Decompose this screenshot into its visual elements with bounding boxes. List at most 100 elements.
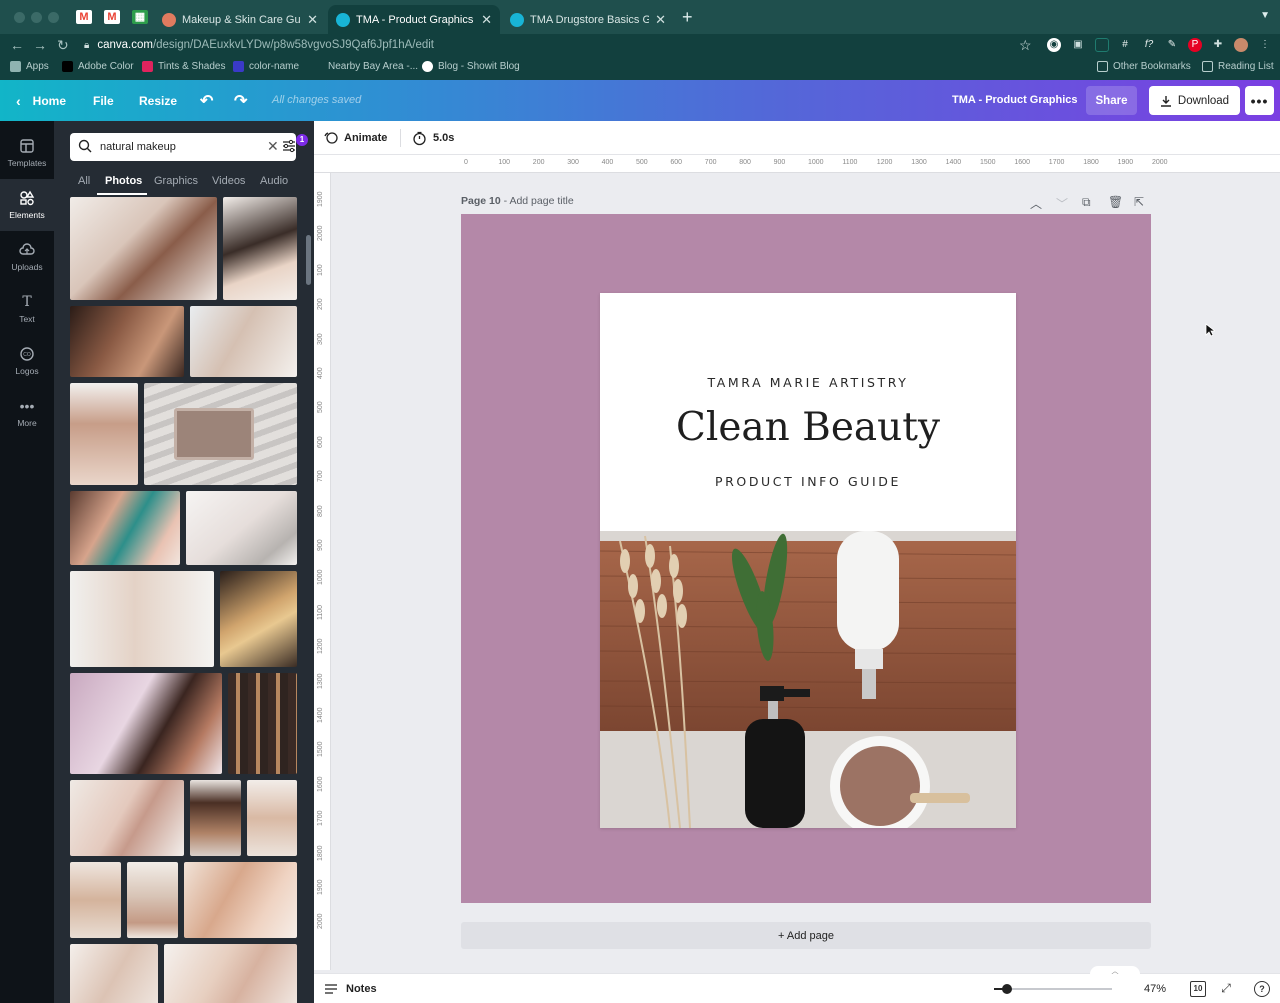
bookmark-adobe-color[interactable]: Adobe Color: [62, 61, 134, 72]
photo-thumbnail[interactable]: [70, 197, 217, 300]
animate-button[interactable]: Animate: [324, 121, 387, 155]
tab-audio[interactable]: Audio: [260, 175, 288, 187]
resize-button[interactable]: Resize: [139, 80, 177, 121]
new-tab-button[interactable]: +: [682, 8, 693, 26]
headline-text[interactable]: Clean Beauty: [600, 405, 1016, 450]
notes-button[interactable]: Notes: [324, 974, 377, 1003]
back-arrow-icon[interactable]: ←: [10, 37, 24, 53]
camera-extension-icon[interactable]: ▣: [1071, 38, 1085, 52]
reload-icon[interactable]: ↻: [57, 37, 69, 53]
filter-icon[interactable]: [281, 138, 297, 154]
browser-tab-active[interactable]: TMA - Product Graphics - 200 ✕: [328, 5, 500, 34]
panel-scrollbar[interactable]: [306, 235, 311, 285]
cover-card[interactable]: TAMRA MARIE ARTISTRY Clean Beauty PRODUC…: [600, 293, 1016, 828]
sheets-tab-icon[interactable]: ▦: [132, 10, 148, 24]
add-page-button[interactable]: + Add page: [461, 922, 1151, 949]
photo-thumbnail[interactable]: [70, 571, 214, 667]
undo-icon[interactable]: ↶: [200, 80, 213, 121]
hashtag-extension-icon[interactable]: #: [1118, 38, 1132, 52]
photo-thumbnail[interactable]: [247, 780, 297, 856]
photo-thumbnail[interactable]: [228, 673, 297, 774]
other-bookmarks[interactable]: Other Bookmarks: [1097, 61, 1191, 72]
close-tab-icon[interactable]: ✕: [655, 12, 666, 28]
puzzle-extensions-icon[interactable]: ✚: [1211, 38, 1225, 52]
move-page-down-icon[interactable]: ﹀: [1056, 195, 1068, 212]
zoom-slider-handle[interactable]: [1001, 984, 1012, 994]
photo-thumbnail[interactable]: [164, 944, 297, 1003]
photo-thumbnail[interactable]: [190, 306, 297, 377]
add-page-icon[interactable]: ⇱: [1134, 195, 1144, 209]
photo-thumbnail[interactable]: [70, 491, 180, 565]
bookmark-color-name[interactable]: color-name: [233, 61, 299, 72]
page-count-button[interactable]: 10: [1190, 981, 1206, 997]
home-button[interactable]: ‹ Home: [16, 80, 66, 121]
tab-graphics[interactable]: Graphics: [154, 175, 198, 187]
subtitle-text[interactable]: PRODUCT INFO GUIDE: [600, 474, 1016, 489]
forward-arrow-icon[interactable]: →: [33, 37, 47, 53]
rail-item-more[interactable]: ••• More: [0, 387, 54, 439]
onepassword-extension-icon[interactable]: ◉: [1047, 38, 1061, 52]
profile-avatar[interactable]: [1234, 38, 1248, 52]
photo-thumbnail[interactable]: [70, 944, 158, 1003]
delete-page-icon[interactable]: 🗑︎: [1108, 195, 1123, 209]
tab-search-chevron-icon[interactable]: ▼: [1260, 10, 1270, 21]
photo-thumbnail[interactable]: [220, 571, 297, 667]
share-button[interactable]: Share: [1086, 86, 1137, 115]
tab-all[interactable]: All: [78, 175, 90, 187]
close-tab-icon[interactable]: ✕: [307, 12, 318, 28]
font-extension-icon[interactable]: f?: [1142, 38, 1156, 52]
page-title-label[interactable]: Page 10 - Add page title: [461, 195, 574, 207]
window-minimize-button[interactable]: [31, 12, 42, 23]
more-options-button[interactable]: •••: [1245, 86, 1274, 115]
photo-thumbnail[interactable]: [70, 862, 121, 938]
reading-list[interactable]: Reading List: [1202, 61, 1274, 72]
browser-menu-icon[interactable]: ⋮: [1258, 38, 1272, 52]
url-field[interactable]: 🔒︎ canva.com/design/DAEuxkvLYDw/p8w58vgv…: [84, 35, 1044, 55]
tab-photos[interactable]: Photos: [105, 175, 142, 187]
show-pages-chevron-icon[interactable]: ︿: [1090, 966, 1140, 976]
photo-thumbnail[interactable]: [70, 306, 184, 377]
photo-thumbnail[interactable]: [223, 197, 297, 300]
tab-videos[interactable]: Videos: [212, 175, 245, 187]
photo-thumbnail[interactable]: [70, 383, 138, 485]
window-zoom-button[interactable]: [48, 12, 59, 23]
help-icon[interactable]: ?: [1254, 981, 1270, 997]
gmail-tab-icon[interactable]: M: [76, 10, 92, 24]
close-tab-icon[interactable]: ✕: [481, 12, 492, 28]
eyedropper-extension-icon[interactable]: ✎: [1165, 38, 1179, 52]
fullscreen-icon[interactable]: ⤢: [1218, 981, 1234, 997]
zoom-level[interactable]: 47%: [1144, 983, 1166, 995]
photo-thumbnail[interactable]: [144, 383, 297, 485]
browser-tab[interactable]: TMA Drugstore Basics Guide - ✕: [502, 5, 674, 34]
rail-item-uploads[interactable]: Uploads: [0, 231, 54, 283]
file-menu-button[interactable]: File: [93, 80, 114, 121]
download-button[interactable]: Download: [1149, 86, 1240, 115]
bookmark-star-icon[interactable]: ☆: [1019, 37, 1032, 53]
gmail-tab-icon[interactable]: M: [104, 10, 120, 24]
duration-button[interactable]: 5.0s: [412, 121, 454, 155]
photo-thumbnail[interactable]: [184, 862, 297, 938]
bookmark-apps[interactable]: Apps: [10, 61, 49, 72]
rail-item-text[interactable]: T Text: [0, 283, 54, 335]
rail-item-templates[interactable]: Templates: [0, 127, 54, 179]
document-title[interactable]: TMA - Product Graphics: [952, 94, 1078, 106]
pinterest-extension-icon[interactable]: P: [1188, 38, 1202, 52]
zoom-slider[interactable]: [994, 984, 1112, 994]
photo-thumbnail[interactable]: [186, 491, 297, 565]
rail-item-logos[interactable]: CO Logos: [0, 335, 54, 387]
browser-tab[interactable]: Makeup & Skin Care Guides — ✕: [154, 5, 326, 34]
window-close-button[interactable]: [14, 12, 25, 23]
photo-thumbnail[interactable]: [70, 673, 222, 774]
bookmark-showit-blog[interactable]: Blog - Showit Blog: [422, 61, 520, 72]
bookmark-tints-shades[interactable]: Tints & Shades: [142, 61, 225, 72]
brand-name-text[interactable]: TAMRA MARIE ARTISTRY: [600, 375, 1016, 390]
photo-thumbnail[interactable]: [70, 780, 184, 856]
clear-search-icon[interactable]: ✕: [267, 139, 279, 153]
move-page-up-icon[interactable]: ︿: [1030, 195, 1042, 212]
redo-icon[interactable]: ↷: [234, 80, 247, 121]
rail-item-elements[interactable]: Elements: [0, 179, 54, 231]
bookmark-nearby-bay-area[interactable]: Nearby Bay Area -...: [312, 61, 418, 72]
extension-icon[interactable]: [1095, 38, 1109, 52]
photo-thumbnail[interactable]: [127, 862, 178, 938]
duplicate-page-icon[interactable]: ⧉: [1082, 195, 1091, 210]
